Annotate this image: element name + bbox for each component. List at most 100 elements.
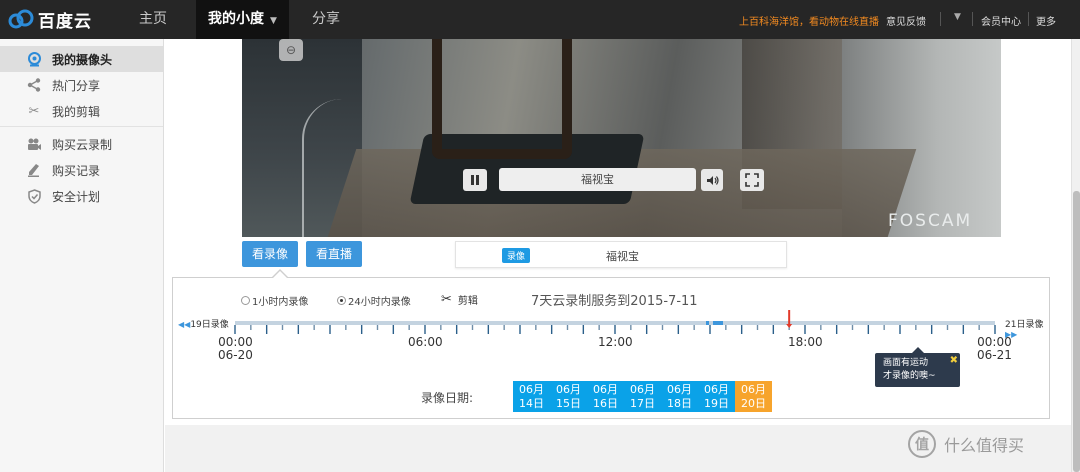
nav-divider [940, 12, 941, 26]
date-month: 06月 [667, 383, 692, 396]
pen-icon [26, 162, 42, 178]
scrollbar-thumb[interactable] [1073, 191, 1080, 472]
radio-1-hour[interactable] [241, 296, 250, 305]
sidebar-item-buy-cloud-recording[interactable]: 购买云录制 [0, 131, 163, 157]
sidebar-item-label: 我的摄像头 [52, 52, 113, 67]
date-button-0620[interactable]: 06月 20日 [735, 381, 772, 412]
close-icon[interactable]: ✖ [950, 354, 958, 367]
camera-watermark: FOSCAM [888, 211, 973, 231]
clip-button[interactable]: ✂ 剪辑 [441, 292, 478, 307]
date-month: 06月 [556, 383, 581, 396]
sidebar-item-label: 购买记录 [52, 163, 101, 178]
more-menu[interactable]: 更多 [1036, 13, 1056, 28]
date-day: 15日 [556, 397, 581, 410]
option-24-hours[interactable]: 24小时内录像 [337, 293, 411, 308]
date-month: 06月 [519, 383, 544, 396]
recording-date-label: 录像日期: [421, 391, 474, 405]
sidebar-item-label: 购买云录制 [52, 137, 113, 152]
share-icon [26, 77, 42, 93]
tab-live[interactable]: 看直播 [306, 241, 363, 267]
tooltip-line: 才录像的噢~ [883, 371, 936, 381]
recording-segment [713, 321, 723, 325]
nav-my-xiaodu[interactable]: 我的小度 ▼ [196, 0, 289, 39]
nav-share[interactable]: 分享 [297, 0, 355, 39]
promo-link[interactable]: 上百科海洋馆，看动物在线直播 [739, 13, 879, 28]
site-watermark-logo: 值 [908, 430, 936, 458]
baidu-cloud-logo[interactable]: 百度云 [8, 7, 92, 32]
sidebar-item-hot-share[interactable]: 热门分享 [0, 72, 163, 98]
sidebar-item-label: 热门分享 [52, 78, 101, 93]
volume-icon[interactable] [701, 169, 723, 191]
zoom-out-icon[interactable]: ⊖ [279, 39, 303, 61]
timeline-bar [235, 321, 995, 325]
page-scrollbar[interactable] [1071, 39, 1080, 472]
top-nav-bar: 百度云 主页 我的小度 ▼ 分享 上百科海洋馆，看动物在线直播 意见反馈 ▼ 会员… [0, 0, 1080, 39]
date-day: 17日 [630, 397, 655, 410]
time-label-1800: 18:00 [788, 335, 823, 349]
nav-home[interactable]: 主页 [124, 0, 182, 39]
date-day: 18日 [667, 397, 692, 410]
option-label: 1小时内录像 [252, 297, 309, 308]
date-button-0615[interactable]: 06月 15日 [550, 381, 587, 412]
tooltip-line: 画面有运动 [883, 358, 929, 368]
cloud-logo-icon [8, 9, 34, 29]
date-month: 06月 [593, 383, 618, 396]
video-scene [432, 39, 572, 159]
option-1-hour[interactable]: 1小时内录像 [241, 293, 308, 308]
user-menu-chevron-icon[interactable]: ▼ [954, 12, 961, 22]
site-watermark-text: 什么值得买 [944, 436, 1025, 455]
nav-divider [972, 12, 973, 26]
video-camera-icon [26, 136, 42, 152]
member-center-link[interactable]: 会员中心 [981, 13, 1021, 28]
scissors-icon: ✂ [28, 103, 40, 119]
chevron-down-icon: ▼ [270, 16, 277, 26]
date-button-0616[interactable]: 06月 16日 [587, 381, 624, 412]
time-label-end: 00:00 06-21 [977, 336, 1012, 362]
pause-icon [476, 175, 479, 185]
timeline-track[interactable] [173, 308, 1051, 338]
radio-24-hours[interactable] [337, 296, 346, 305]
motion-tooltip: 画面有运动 才录像的噢~ ✖ [875, 353, 960, 387]
service-expiry-text: 7天云录制服务到2015-7-11 [531, 294, 698, 309]
recording-device-name: 福视宝 [606, 250, 639, 263]
date-button-0619[interactable]: 06月 19日 [698, 381, 735, 412]
player-title: 福视宝 [499, 168, 696, 191]
nav-divider [1028, 12, 1029, 26]
sidebar-item-my-camera[interactable]: 我的摄像头 [0, 46, 163, 72]
sidebar-item-my-clips[interactable]: ✂ 我的剪辑 [0, 98, 163, 124]
camera-icon [26, 51, 42, 67]
shield-icon [26, 188, 42, 204]
playhead-head[interactable] [786, 324, 793, 328]
main-content: ⊖ 福视宝 FOSCAM 看录像 看直播 录像 福视宝 1小时内录像 24小时内… [165, 39, 1071, 472]
scissors-icon: ✂ [441, 292, 452, 307]
pause-icon [471, 175, 474, 185]
feedback-link[interactable]: 意见反馈 [886, 13, 926, 28]
date-day: 16日 [593, 397, 618, 410]
tab-pointer [273, 271, 287, 278]
date-day: 14日 [519, 397, 544, 410]
sidebar-item-label: 安全计划 [52, 189, 101, 204]
fullscreen-icon[interactable] [740, 169, 764, 191]
date-day: 19日 [704, 397, 729, 410]
recording-segment [706, 321, 709, 325]
sidebar-divider [0, 126, 163, 127]
date-button-0614[interactable]: 06月 14日 [513, 381, 550, 412]
date-button-0617[interactable]: 06月 17日 [624, 381, 661, 412]
option-label: 24小时内录像 [348, 297, 411, 308]
sidebar: 我的摄像头 热门分享 ✂ 我的剪辑 购买云录制 购买记录 安全计划 [0, 39, 164, 472]
site-watermark: 值 什么值得买 [908, 430, 1024, 458]
timeline-ticks [234, 325, 996, 334]
video-scene [302, 99, 382, 237]
tab-recordings[interactable]: 看录像 [242, 241, 299, 267]
sidebar-item-purchase-history[interactable]: 购买记录 [0, 157, 163, 183]
time-label-1200: 12:00 [598, 335, 633, 349]
sidebar-item-security-plan[interactable]: 安全计划 [0, 183, 163, 209]
date-month: 06月 [741, 383, 766, 396]
date-button-0618[interactable]: 06月 18日 [661, 381, 698, 412]
recording-panel: 1小时内录像 24小时内录像 ✂ 剪辑 7天云录制服务到2015-7-11 ◀◀… [172, 269, 1051, 419]
camera-video-feed[interactable]: ⊖ 福视宝 FOSCAM [242, 39, 1001, 237]
date-month: 06月 [704, 383, 729, 396]
recording-badge: 录像 [502, 248, 531, 263]
logo-text: 百度云 [38, 11, 92, 32]
pause-button[interactable] [463, 169, 487, 191]
